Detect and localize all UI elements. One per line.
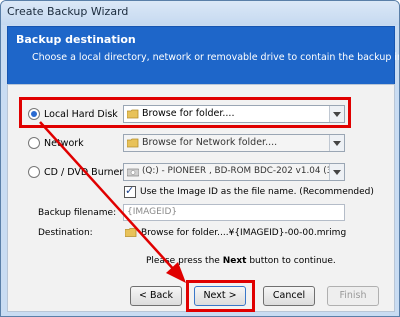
wizard-window: Create Backup Wizard Backup destination … <box>0 0 400 317</box>
network-folder-value: Browse for Network folder.... <box>142 137 278 148</box>
title-bar[interactable]: Create Backup Wizard <box>1 1 399 25</box>
highlight-local-row <box>19 97 351 128</box>
radio-cd-dvd[interactable]: CD / DVD Burner <box>28 163 123 181</box>
radio-button-cd[interactable] <box>28 166 40 178</box>
back-button[interactable]: < Back <box>130 286 182 306</box>
window-title: Create Backup Wizard <box>7 5 129 18</box>
dropdown-arrow-icon[interactable] <box>329 135 344 151</box>
header-banner: Backup destination Choose a local direct… <box>7 26 399 85</box>
highlight-next-button <box>186 280 255 312</box>
dropdown-arrow-icon[interactable] <box>329 164 344 180</box>
cd-drive-value: (Q:) - PIONEER , BD-ROM BDC-202 v1.04 (3… <box>142 166 344 176</box>
instruction-text: Please press the Next button to continue… <box>146 256 336 266</box>
network-folder-combo[interactable]: Browse for Network folder.... <box>123 134 345 152</box>
header-description: Choose a local directory, network or rem… <box>32 52 400 63</box>
backup-filename-label: Backup filename: <box>38 208 117 218</box>
backup-filename-field[interactable]: {IMAGEID} <box>123 204 345 221</box>
instruction-suffix: button to continue. <box>249 256 336 266</box>
cd-drive-icon <box>127 168 139 177</box>
destination-value: Browse for folder....¥{IMAGEID}-00-00.mr… <box>141 228 347 238</box>
radio-label-cd: CD / DVD Burner <box>44 166 124 178</box>
radio-network[interactable]: Network <box>28 134 84 152</box>
destination-label: Destination: <box>38 228 93 238</box>
use-image-id-option[interactable]: Use the Image ID as the file name. (Reco… <box>124 183 374 201</box>
cancel-button[interactable]: Cancel <box>263 286 315 306</box>
radio-label-network: Network <box>44 137 84 149</box>
folder-icon <box>125 228 137 237</box>
cd-drive-combo[interactable]: (Q:) - PIONEER , BD-ROM BDC-202 v1.04 (3… <box>123 163 345 181</box>
header-title: Backup destination <box>16 33 136 46</box>
use-image-id-label: Use the Image ID as the file name. (Reco… <box>140 187 374 197</box>
radio-button-network[interactable] <box>28 137 40 149</box>
use-image-id-checkbox[interactable] <box>124 184 136 198</box>
instruction-prefix: Please press the <box>146 256 220 266</box>
instruction-bold: Next <box>222 256 247 266</box>
folder-icon <box>127 138 139 148</box>
finish-button: Finish <box>327 286 379 306</box>
